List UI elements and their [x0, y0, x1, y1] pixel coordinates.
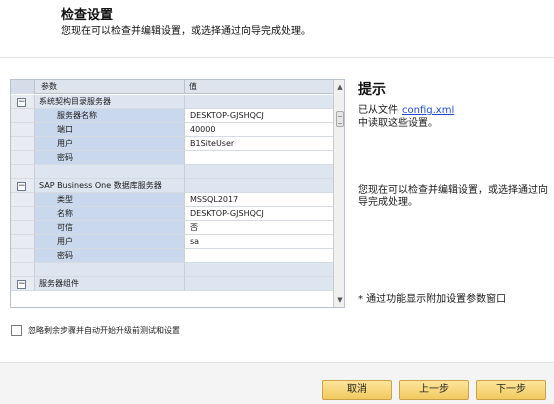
grid-group-row[interactable]: − 系统契构目录服务器	[11, 95, 334, 109]
settings-grid-body: 参数 值 − 系统契构目录服务器 服务器名称 DESKTOP-GJSHQCJ 端口 400…	[11, 80, 334, 307]
hint-title: 提示	[358, 82, 386, 98]
grid-header-row: 参数 值	[11, 80, 334, 94]
param-name-cell: 用户	[35, 137, 185, 151]
cancel-button[interactable]: 取消	[322, 380, 392, 400]
param-value-cell	[185, 263, 334, 277]
param-name-cell: 密码	[35, 249, 185, 263]
param-value-cell[interactable]: 否	[185, 221, 334, 235]
group-label: 服务器组件	[35, 277, 185, 291]
wizard-footer: 取消 上一步 下一步	[0, 362, 554, 404]
param-name-cell: 可信	[35, 221, 185, 235]
row-gutter	[11, 109, 35, 123]
row-gutter	[11, 249, 35, 263]
param-value-cell[interactable]: MSSQL2017	[185, 193, 334, 207]
param-name-cell: 用户	[35, 235, 185, 249]
grid-group-row[interactable]: − SAP Business One 数据库服务器	[11, 179, 334, 193]
page-title: 检查设置	[61, 8, 114, 23]
hint-footnote: * 通过功能显示附加设置参数窗口	[358, 294, 507, 305]
row-gutter	[11, 123, 35, 137]
table-row[interactable]: 可信否	[11, 221, 334, 235]
grid-header-param[interactable]: 参数	[35, 80, 185, 94]
collapse-toggle-icon[interactable]: −	[17, 280, 26, 289]
hint-instructions: 您现在可以检查并编辑设置，或选择通过向导完成处理。	[358, 185, 548, 208]
row-gutter	[11, 151, 35, 165]
param-value-cell	[185, 277, 334, 291]
row-gutter: −	[11, 95, 35, 109]
row-gutter: −	[11, 277, 35, 291]
table-row[interactable]: 密码	[11, 151, 334, 165]
table-row[interactable]: 用户 B1SiteUser	[11, 137, 334, 151]
param-value-cell[interactable]: B1SiteUser	[185, 137, 334, 151]
table-row[interactable]: 类型 MSSQL2017	[11, 193, 334, 207]
param-name-cell: 类型	[35, 193, 185, 207]
group-label: SAP Business One 数据库服务器	[35, 179, 185, 193]
next-button[interactable]: 下一步	[476, 380, 546, 400]
param-name-cell	[35, 165, 185, 179]
skip-steps-label: 忽略剩余步骤并自动开始升级前测试和设置	[28, 326, 180, 335]
param-name-cell	[35, 263, 185, 277]
grid-group-row[interactable]: − 服务器组件	[11, 277, 334, 291]
param-value-cell[interactable]: sa	[185, 235, 334, 249]
table-row[interactable]	[11, 263, 334, 277]
row-gutter	[11, 193, 35, 207]
row-gutter	[11, 263, 35, 277]
param-value-cell[interactable]: 40000	[185, 123, 334, 137]
collapse-toggle-icon[interactable]: −	[17, 182, 26, 191]
skip-steps-option[interactable]: 忽略剩余步骤并自动开始升级前测试和设置	[11, 325, 180, 336]
table-row[interactable]: 服务器名称 DESKTOP-GJSHQCJ	[11, 109, 334, 123]
table-row[interactable]: 名称 DESKTOP-GJSHQCJ	[11, 207, 334, 221]
row-gutter	[11, 235, 35, 249]
param-value-cell	[185, 165, 334, 179]
page-subtitle: 您现在可以检查并编辑设置，或选择通过向导完成处理。	[61, 26, 311, 37]
param-name-cell: 名称	[35, 207, 185, 221]
row-gutter	[11, 165, 35, 179]
param-value-cell[interactable]	[185, 151, 334, 165]
row-gutter	[11, 137, 35, 151]
param-name-cell: 服务器名称	[35, 109, 185, 123]
settings-grid[interactable]: 参数 值 − 系统契构目录服务器 服务器名称 DESKTOP-GJSHQCJ 端口 400…	[10, 79, 345, 308]
previous-button[interactable]: 上一步	[399, 380, 469, 400]
scroll-thumb[interactable]	[336, 111, 344, 127]
skip-steps-checkbox[interactable]	[11, 325, 22, 336]
row-gutter	[11, 221, 35, 235]
row-gutter	[11, 207, 35, 221]
table-row[interactable]: 密码	[11, 249, 334, 263]
grid-header-gutter	[11, 80, 35, 94]
scroll-up-arrow-icon[interactable]: ▲	[334, 80, 344, 94]
param-value-cell	[185, 95, 334, 109]
param-value-cell[interactable]	[185, 249, 334, 263]
param-name-cell: 密码	[35, 151, 185, 165]
param-name-cell: 端口	[35, 123, 185, 137]
table-row[interactable]	[11, 165, 334, 179]
hint-source-suffix: 中读取这些设置。	[358, 118, 438, 129]
row-gutter: −	[11, 179, 35, 193]
table-row[interactable]: 用户 sa	[11, 235, 334, 249]
param-value-cell[interactable]: DESKTOP-GJSHQCJ	[185, 109, 334, 123]
wizard-header: 检查设置 您现在可以检查并编辑设置，或选择通过向导完成处理。	[0, 0, 554, 58]
table-row[interactable]: 端口 40000	[11, 123, 334, 137]
scroll-down-arrow-icon[interactable]: ▼	[334, 293, 344, 307]
grid-vertical-scrollbar[interactable]: ▲ ▼	[333, 80, 344, 307]
param-value-cell	[185, 179, 334, 193]
grid-header-value[interactable]: 值	[185, 80, 334, 94]
group-label: 系统契构目录服务器	[35, 95, 185, 109]
collapse-toggle-icon[interactable]: −	[17, 98, 26, 107]
param-value-cell[interactable]: DESKTOP-GJSHQCJ	[185, 207, 334, 221]
